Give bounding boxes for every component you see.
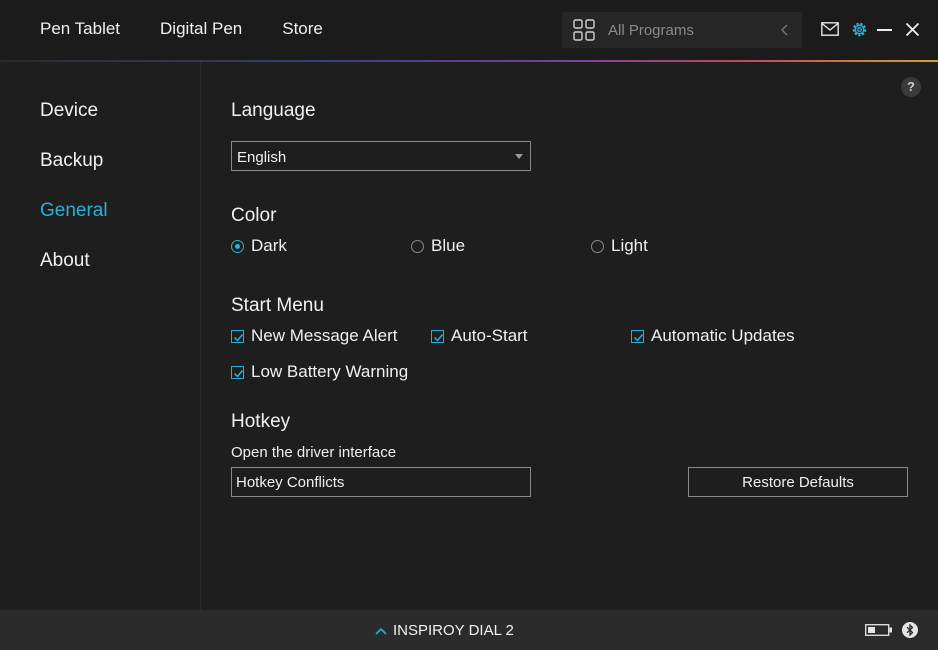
top-bar: Pen Tablet Digital Pen Store All Program…	[0, 0, 938, 60]
language-select[interactable]: English	[231, 141, 531, 171]
minimize-icon[interactable]	[877, 29, 892, 31]
status-bar: INSPIROY DIAL 2	[0, 610, 938, 650]
start-option-new-message-alert[interactable]: New Message Alert	[231, 326, 397, 346]
checkbox-auto-start[interactable]	[431, 329, 444, 343]
sidebar-item-general[interactable]: General	[40, 200, 108, 222]
checkbox-low-battery-warning[interactable]	[231, 365, 244, 379]
language-title: Language	[231, 100, 316, 121]
battery-icon	[865, 624, 892, 636]
restore-defaults-button[interactable]: Restore Defaults	[688, 467, 908, 497]
checkbox-new-message-alert[interactable]	[231, 329, 244, 343]
checkbox-automatic-updates[interactable]	[631, 329, 644, 343]
device-selector[interactable]: INSPIROY DIAL 2	[374, 622, 514, 639]
color-title: Color	[231, 205, 277, 226]
top-nav-pen-tablet[interactable]: Pen Tablet	[40, 19, 120, 39]
start-option-low-battery-warning[interactable]: Low Battery Warning	[231, 362, 408, 382]
mail-icon[interactable]	[821, 22, 839, 36]
top-nav: Pen Tablet Digital Pen Store	[40, 19, 363, 39]
start-option-low-battery-warning-label: Low Battery Warning	[251, 362, 409, 381]
sidebar-item-device[interactable]: Device	[40, 100, 98, 122]
hotkey-title: Hotkey	[231, 411, 291, 432]
color-option-dark[interactable]: Dark	[231, 236, 287, 256]
hotkey-subtitle: Open the driver interface	[231, 444, 397, 461]
program-selector-label: All Programs	[608, 22, 694, 39]
bluetooth-icon	[902, 622, 918, 638]
caret-down-icon	[515, 154, 523, 159]
gear-icon[interactable]	[851, 21, 868, 38]
start-option-auto-start-label: Auto-Start	[451, 326, 528, 345]
sidebar: Device Backup General About	[0, 62, 201, 610]
grid-icon	[573, 19, 595, 41]
start-option-automatic-updates-label: Automatic Updates	[651, 326, 795, 345]
device-name: INSPIROY DIAL 2	[393, 622, 514, 639]
radio-dark[interactable]	[231, 239, 244, 253]
program-selector[interactable]: All Programs	[562, 12, 802, 48]
top-nav-store[interactable]: Store	[282, 19, 323, 39]
start-menu-title: Start Menu	[231, 295, 324, 316]
help-icon[interactable]: ?	[901, 77, 921, 97]
chevron-left-icon[interactable]	[778, 22, 790, 38]
start-option-auto-start[interactable]: Auto-Start	[431, 326, 528, 346]
chevron-up-icon	[375, 627, 387, 635]
radio-blue[interactable]	[411, 239, 424, 253]
radio-light[interactable]	[591, 239, 604, 253]
color-option-light-label: Light	[611, 236, 648, 255]
sidebar-item-about[interactable]: About	[40, 250, 90, 272]
start-option-automatic-updates[interactable]: Automatic Updates	[631, 326, 795, 346]
top-nav-digital-pen[interactable]: Digital Pen	[160, 19, 242, 39]
hotkey-input[interactable]	[231, 467, 531, 497]
start-option-new-message-alert-label: New Message Alert	[251, 326, 398, 345]
color-option-light[interactable]: Light	[591, 236, 648, 256]
close-icon[interactable]	[905, 22, 920, 37]
color-option-blue-label: Blue	[431, 236, 466, 255]
color-option-blue[interactable]: Blue	[411, 236, 465, 256]
color-option-dark-label: Dark	[251, 236, 287, 255]
sidebar-item-backup[interactable]: Backup	[40, 150, 103, 172]
language-select-value: English	[237, 149, 287, 166]
